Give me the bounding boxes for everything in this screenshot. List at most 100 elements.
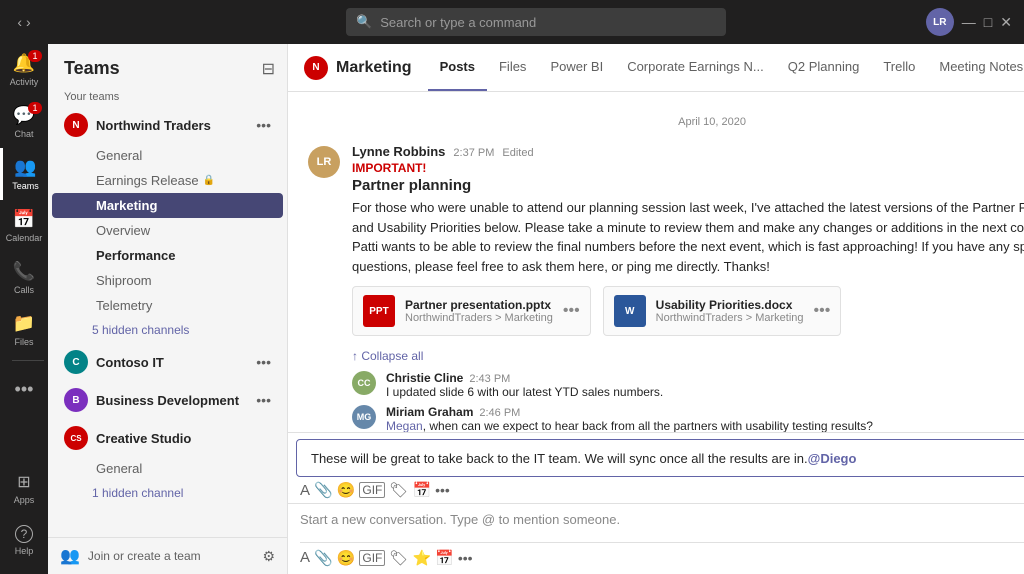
sidebar-item-chat[interactable]: 1 💬 Chat <box>0 96 48 148</box>
attachment-docx-more-icon[interactable]: ••• <box>814 302 831 320</box>
newconvo-sticker-icon[interactable]: 🏷 <box>389 549 408 567</box>
team-creative-header[interactable]: CS Creative Studio <box>52 420 283 456</box>
tab-notes[interactable]: Meeting Notes <box>927 44 1024 91</box>
search-icon: 🔍 <box>356 14 372 30</box>
calendar-icon: 📅 <box>13 209 35 230</box>
channel-telemetry[interactable]: Telemetry <box>52 293 283 318</box>
channel-overview[interactable]: Overview <box>52 218 283 243</box>
sidebar-item-apps[interactable]: ⊞ Apps <box>0 462 48 514</box>
channel-creative-general[interactable]: General <box>52 456 283 481</box>
team-northwind-icon: N <box>64 113 88 137</box>
tab-posts[interactable]: Posts <box>428 44 487 91</box>
team-contoso-header[interactable]: C Contoso IT ••• <box>52 344 283 380</box>
compose-attach-icon[interactable]: 📎 <box>314 481 333 499</box>
docx-icon: W <box>614 295 646 327</box>
channel-name: Marketing <box>336 59 412 77</box>
channel-marketing[interactable]: Marketing <box>52 193 283 218</box>
channel-telemetry-label: Telemetry <box>96 298 152 313</box>
compose-typing-text: These will be great to take back to the … <box>311 451 808 466</box>
channel-performance[interactable]: Performance <box>52 243 283 268</box>
sidebar-item-files[interactable]: 📁 Files <box>0 304 48 356</box>
user-avatar[interactable]: LR <box>926 8 954 36</box>
tab-files[interactable]: Files <box>487 44 538 91</box>
compose-schedule-icon[interactable]: 📅 <box>412 481 431 499</box>
newconvo-praise-icon[interactable]: ⭐ <box>412 549 431 567</box>
reply-avatar-miriam: MG <box>352 405 376 429</box>
hidden-channels-creative[interactable]: 1 hidden channel <box>48 481 287 505</box>
channel-icon: N <box>304 56 328 80</box>
team-bizdev-icon: B <box>64 388 88 412</box>
sidebar-item-teams[interactable]: 👥 Teams <box>0 148 48 200</box>
newconvo-attach-icon[interactable]: 📎 <box>314 549 333 567</box>
lock-icon: 🔒 <box>203 175 215 186</box>
compose-gif-icon[interactable]: GIF <box>359 482 385 498</box>
team-bizdev-name: Business Development <box>96 393 252 408</box>
channel-marketing-label: Marketing <box>96 198 157 213</box>
newconvo-more-icon[interactable]: ••• <box>458 550 473 566</box>
attachment-docx[interactable]: W Usability Priorities.docx NorthwindTra… <box>603 286 842 336</box>
sidebar-item-calendar[interactable]: 📅 Calendar <box>0 200 48 252</box>
compose-more-icon[interactable]: ••• <box>435 482 450 498</box>
help-icon: ? <box>15 525 33 543</box>
collapse-link[interactable]: ↑ Collapse all <box>352 349 423 363</box>
filter-icon[interactable]: ⊟ <box>262 59 275 79</box>
team-northwind-more-icon[interactable]: ••• <box>252 115 275 135</box>
reply-name-miriam: Miriam Graham <box>386 405 473 419</box>
sidebar-item-more[interactable]: ••• <box>0 363 48 415</box>
sidebar-item-calls[interactable]: 📞 Calls <box>0 252 48 304</box>
close-button[interactable]: ✕ <box>1000 14 1012 31</box>
team-bizdev-more-icon[interactable]: ••• <box>252 390 275 410</box>
minimize-button[interactable]: — <box>962 14 976 30</box>
settings-icon[interactable]: ⚙ <box>262 548 275 565</box>
files-icon: 📁 <box>13 313 35 334</box>
team-bizdev-header[interactable]: B Business Development ••• <box>52 382 283 418</box>
teams-icon: 👥 <box>14 157 36 178</box>
newconvo-format-icon[interactable]: A <box>300 549 310 566</box>
team-contoso-more-icon[interactable]: ••• <box>252 352 275 372</box>
pptx-icon: PPT <box>363 295 395 327</box>
tab-trello[interactable]: Trello <box>871 44 927 91</box>
channel-earnings-label: Earnings Release <box>96 173 199 188</box>
back-icon[interactable]: ‹ <box>17 14 22 30</box>
team-northwind-header[interactable]: N Northwind Traders ••• <box>52 107 283 143</box>
channel-general-label: General <box>96 148 142 163</box>
attachment-pptx-path: NorthwindTraders > Marketing <box>405 312 553 324</box>
search-box[interactable]: 🔍 Search or type a command <box>346 8 726 36</box>
newconvo-emoji-icon[interactable]: 😊 <box>337 549 356 567</box>
channel-creative-general-label: General <box>96 461 142 476</box>
forward-icon[interactable]: › <box>26 14 31 30</box>
channel-shiproom[interactable]: Shiproom <box>52 268 283 293</box>
maximize-button[interactable]: □ <box>984 14 992 30</box>
compose-format-icon[interactable]: A <box>300 482 310 499</box>
apps-icon: ⊞ <box>17 472 30 492</box>
tab-earnings[interactable]: Corporate Earnings N... <box>615 44 776 91</box>
compose-sticker-icon[interactable]: 🏷 <box>389 481 408 499</box>
sidebar-item-help[interactable]: ? Help <box>0 514 48 566</box>
reply-text-christie: I updated slide 6 with our latest YTD sa… <box>386 385 1024 399</box>
reply-avatar-christie: CC <box>352 371 376 395</box>
channel-earnings-release[interactable]: Earnings Release 🔒 <box>52 168 283 193</box>
calls-icon: 📞 <box>13 261 35 282</box>
reply-time-miriam: 2:46 PM <box>479 407 520 419</box>
compose-emoji-icon[interactable]: 😊 <box>337 481 356 499</box>
join-team-button[interactable]: 👥 Join or create a team ⚙ <box>48 537 287 574</box>
compose-typing-mention: @Diego <box>808 451 857 466</box>
hidden-channels-northwind[interactable]: 5 hidden channels <box>48 318 287 342</box>
team-creative-name: Creative Studio <box>96 431 275 446</box>
more-apps-icon: ••• <box>15 379 34 400</box>
team-northwind-name: Northwind Traders <box>96 118 252 133</box>
sidebar-item-activity[interactable]: 1 🔔 Activity <box>0 44 48 96</box>
attachment-pptx-name: Partner presentation.pptx <box>405 298 553 312</box>
new-convo-input[interactable]: Start a new conversation. Type @ to ment… <box>300 512 1024 536</box>
newconvo-gif-icon[interactable]: GIF <box>359 550 385 566</box>
reply-text-miriam: Megan, when can we expect to hear back f… <box>386 419 1024 432</box>
attachment-pptx[interactable]: PPT Partner presentation.pptx NorthwindT… <box>352 286 591 336</box>
reply-miriam: MG Miriam Graham 2:46 PM Megan, when can… <box>352 405 1024 432</box>
join-team-label: Join or create a team <box>88 549 201 563</box>
channel-general[interactable]: General <box>52 143 283 168</box>
channel-overview-label: Overview <box>96 223 150 238</box>
tab-q2[interactable]: Q2 Planning <box>776 44 872 91</box>
tab-powerbi[interactable]: Power BI <box>538 44 615 91</box>
newconvo-schedule-icon[interactable]: 📅 <box>435 549 454 567</box>
attachment-pptx-more-icon[interactable]: ••• <box>563 302 580 320</box>
